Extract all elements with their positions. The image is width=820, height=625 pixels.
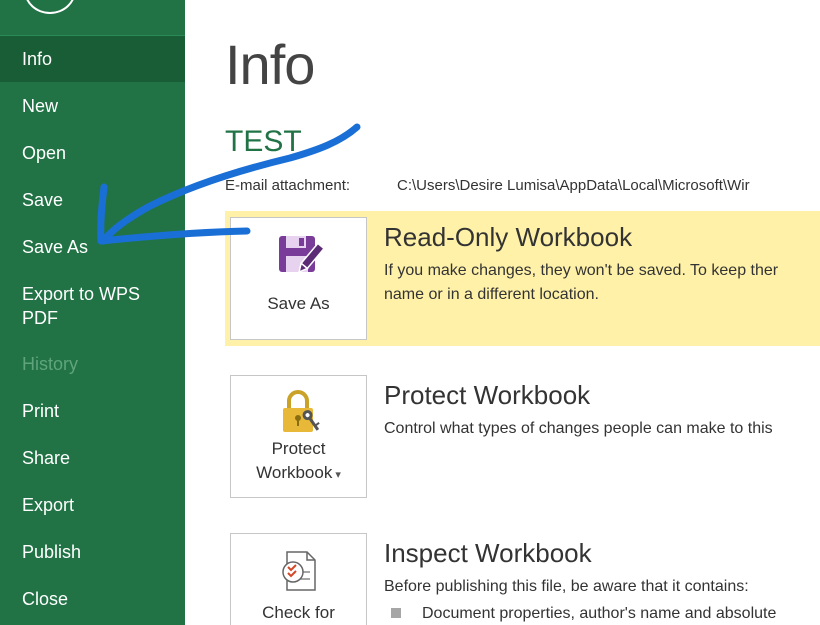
sidebar-item-info[interactable]: Info — [0, 35, 185, 82]
sidebar-item-open[interactable]: Open — [0, 141, 185, 165]
read-only-desc-line-1: If you make changes, they won't be saved… — [384, 262, 779, 279]
sidebar-item-new[interactable]: New — [0, 94, 185, 118]
check-for-issues-button[interactable]: Check for — [230, 533, 367, 625]
inspect-section: Check for Inspect Workbook Before publis… — [225, 527, 820, 625]
sidebar-item-print[interactable]: Print — [0, 399, 185, 423]
page-title: Info — [225, 33, 315, 96]
dropdown-caret-icon: ▾ — [335, 469, 341, 481]
attachment-label: E-mail attachment: — [225, 177, 351, 194]
read-only-heading: Read-Only Workbook — [384, 222, 633, 252]
attachment-path[interactable]: C:\Users\Desire Lumisa\AppData\Local\Mic… — [397, 177, 750, 194]
protect-tile-label-text: Workbook — [256, 463, 333, 482]
backstage-sidebar: Info New Open Save Save As Export to WPS… — [0, 0, 185, 625]
back-button[interactable] — [24, 0, 76, 14]
sidebar-item-export-wps-pdf[interactable]: Export to WPS PDF — [0, 282, 185, 330]
read-only-section: Save As Read-Only Workbook If you make c… — [225, 211, 820, 346]
save-as-icon — [279, 236, 323, 274]
attachment-path-row: E-mail attachment: C:\Users\Desire Lumisa… — [225, 176, 750, 196]
info-panel: Info TEST E-mail attachment: C:\Users\Des… — [185, 0, 820, 625]
check-tile-label-line-1: Check for — [262, 603, 335, 622]
bullet-icon — [391, 608, 401, 618]
sidebar-item-save[interactable]: Save — [0, 188, 185, 212]
sidebar-item-publish[interactable]: Publish — [0, 540, 185, 564]
sidebar-item-export[interactable]: Export — [0, 493, 185, 517]
inspect-bullet-1: Document properties, author's name and a… — [422, 605, 777, 622]
sidebar-item-save-as[interactable]: Save As — [0, 235, 185, 259]
protect-desc-line-1: Control what types of changes people can… — [384, 420, 773, 437]
inspect-desc-line-1: Before publishing this file, be aware th… — [384, 578, 749, 595]
protect-section: Protect Workbook ▾ Protect Workbook Contr… — [225, 369, 820, 504]
sidebar-item-history: History — [22, 354, 79, 374]
lock-key-icon — [283, 390, 320, 432]
protect-tile-label-line-1: Protect — [271, 439, 326, 458]
protect-workbook-button[interactable]: Protect Workbook ▾ — [230, 375, 367, 498]
sidebar-item-share[interactable]: Share — [0, 446, 185, 470]
save-as-tile-button[interactable]: Save As — [230, 217, 367, 340]
document-name: TEST — [225, 125, 302, 158]
read-only-desc-line-2: name or in a different location. — [384, 286, 599, 303]
inspect-heading: Inspect Workbook — [384, 538, 592, 568]
protect-tile-label-line-2: Workbook ▾ — [231, 461, 366, 487]
sidebar-item-close[interactable]: Close — [0, 587, 185, 611]
inspect-document-icon — [282, 551, 316, 591]
protect-heading: Protect Workbook — [384, 380, 591, 410]
save-as-tile-label: Save As — [267, 294, 330, 313]
